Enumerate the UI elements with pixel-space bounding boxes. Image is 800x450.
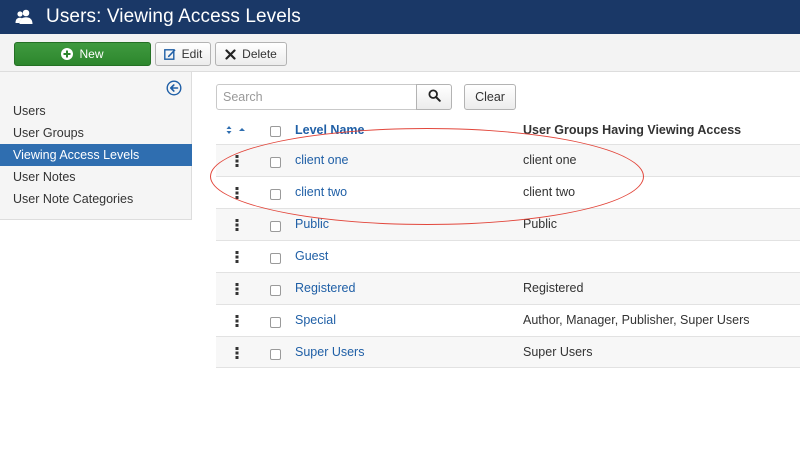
- row-checkbox[interactable]: [270, 349, 281, 360]
- sidebar-item-viewing-access-levels[interactable]: Viewing Access Levels: [0, 144, 192, 166]
- sidebar-menu: Users User Groups Viewing Access Levels …: [0, 100, 192, 210]
- page-header: Users: Viewing Access Levels: [0, 0, 800, 34]
- level-name-link[interactable]: Public: [295, 217, 329, 231]
- drag-handle-icon[interactable]: [235, 347, 239, 359]
- edit-button[interactable]: Edit: [155, 42, 211, 66]
- row-checkbox[interactable]: [270, 189, 281, 200]
- table-row: client one client one: [216, 144, 800, 176]
- search-icon: [427, 89, 441, 105]
- level-groups: Public: [523, 217, 558, 231]
- drag-handle-icon[interactable]: [235, 187, 239, 199]
- level-name-link[interactable]: client two: [295, 185, 347, 199]
- edit-button-label: Edit: [181, 47, 203, 61]
- row-checkbox[interactable]: [270, 221, 281, 232]
- drag-handle-icon[interactable]: [235, 315, 239, 327]
- level-name-link[interactable]: Special: [295, 313, 336, 327]
- table-row: client two client two: [216, 176, 800, 208]
- level-name-link[interactable]: Guest: [295, 249, 328, 263]
- users-icon: [14, 7, 34, 27]
- table-row: Guest: [216, 240, 800, 272]
- access-levels-table: Level Name User Groups Having Viewing Ac…: [216, 116, 800, 368]
- level-groups: client two: [523, 185, 576, 199]
- column-level-name[interactable]: Level Name: [295, 123, 364, 137]
- level-groups: client one: [523, 153, 577, 167]
- table-header: Level Name User Groups Having Viewing Ac…: [216, 116, 800, 144]
- sidebar-item-user-groups[interactable]: User Groups: [0, 122, 192, 144]
- sidebar-item-user-notes[interactable]: User Notes: [0, 166, 192, 188]
- table-row: Special Author, Manager, Publisher, Supe…: [216, 304, 800, 336]
- delete-button[interactable]: Delete: [215, 42, 287, 66]
- search-button[interactable]: [416, 84, 452, 110]
- edit-icon: [163, 48, 176, 60]
- close-icon: [225, 48, 236, 60]
- level-groups: Super Users: [523, 345, 593, 359]
- level-name-link[interactable]: Super Users: [295, 345, 364, 359]
- row-checkbox[interactable]: [270, 253, 281, 264]
- clear-button[interactable]: Clear: [464, 84, 516, 110]
- level-groups: Author, Manager, Publisher, Super Users: [523, 313, 750, 327]
- plus-circle-icon: [61, 48, 74, 60]
- table-row: Public Public: [216, 208, 800, 240]
- toolbar: New Edit Delete: [0, 34, 800, 72]
- row-checkbox[interactable]: [270, 157, 281, 168]
- drag-handle-icon[interactable]: [235, 251, 239, 263]
- sidebar: Users User Groups Viewing Access Levels …: [0, 72, 192, 220]
- select-all-checkbox[interactable]: [270, 126, 281, 137]
- sort-ordering-icon[interactable]: [226, 124, 248, 138]
- level-groups: Registered: [523, 281, 584, 295]
- search-input[interactable]: [216, 84, 417, 110]
- level-name-link[interactable]: Registered: [295, 281, 355, 295]
- page-title: Users: Viewing Access Levels: [46, 6, 301, 27]
- sidebar-item-user-note-categories[interactable]: User Note Categories: [0, 188, 192, 210]
- drag-handle-icon[interactable]: [235, 283, 239, 295]
- column-user-groups: User Groups Having Viewing Access: [523, 123, 742, 137]
- delete-button-label: Delete: [242, 47, 277, 61]
- row-checkbox[interactable]: [270, 317, 281, 328]
- row-checkbox[interactable]: [270, 285, 281, 296]
- sidebar-item-users[interactable]: Users: [0, 100, 192, 122]
- level-name-link[interactable]: client one: [295, 153, 349, 167]
- drag-handle-icon[interactable]: [235, 219, 239, 231]
- table-row: Super Users Super Users: [216, 336, 800, 368]
- drag-handle-icon[interactable]: [235, 155, 239, 167]
- new-button-label: New: [79, 47, 104, 61]
- table-row: Registered Registered: [216, 272, 800, 304]
- new-button[interactable]: New: [14, 42, 151, 66]
- collapse-sidebar-icon[interactable]: [166, 80, 182, 96]
